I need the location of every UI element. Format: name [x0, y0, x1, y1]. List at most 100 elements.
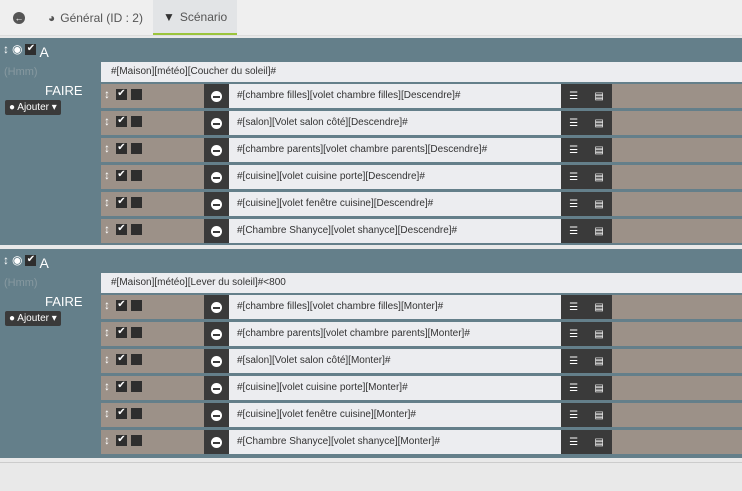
caret-down-icon: ▾	[51, 102, 57, 113]
remove-action-button[interactable]	[204, 84, 229, 108]
enable-checkbox[interactable]: ✔	[116, 142, 127, 154]
enable-checkbox[interactable]: ✔	[116, 115, 127, 127]
list-alt-icon[interactable]: ▤	[594, 118, 603, 129]
remove-action-button[interactable]	[204, 192, 229, 216]
parallel-checkbox[interactable]	[131, 326, 142, 338]
list-alt-icon[interactable]: ▤	[594, 199, 603, 210]
add-button[interactable]: ● Ajouter ▾	[5, 100, 61, 115]
action-command-input[interactable]: #[Chambre Shanyce][volet shanyce][Monter…	[229, 430, 561, 454]
list-ol-icon[interactable]: ☰	[569, 91, 578, 102]
drag-handle-icon[interactable]: ↕	[104, 195, 110, 209]
enable-checkbox[interactable]: ✔	[116, 353, 127, 365]
condition-input[interactable]: #[Maison][météo][Lever du soleil]#<800	[101, 273, 742, 293]
list-ol-icon[interactable]: ☰	[569, 118, 578, 129]
list-alt-icon[interactable]: ▤	[594, 145, 603, 156]
enable-checkbox[interactable]: ✔	[116, 223, 127, 235]
remove-action-button[interactable]	[204, 219, 229, 243]
remove-action-button[interactable]	[204, 138, 229, 162]
list-ol-icon[interactable]: ☰	[569, 329, 578, 340]
action-command-input[interactable]: #[chambre filles][volet chambre filles][…	[229, 84, 561, 108]
parallel-checkbox[interactable]	[131, 353, 142, 365]
parallel-checkbox[interactable]	[131, 299, 142, 311]
eye-icon[interactable]: ◉	[12, 253, 22, 267]
parallel-checkbox[interactable]	[131, 380, 142, 392]
drag-handle-icon[interactable]: ↕	[3, 253, 9, 267]
parallel-checkbox[interactable]	[131, 434, 142, 446]
remove-action-button[interactable]	[204, 111, 229, 135]
action-command-input[interactable]: #[chambre parents][volet chambre parents…	[229, 322, 561, 346]
drag-handle-icon[interactable]: ↕	[104, 141, 110, 155]
drag-handle-icon[interactable]: ↕	[104, 298, 110, 312]
action-command-input[interactable]: #[salon][Volet salon côté][Monter]#	[229, 349, 561, 373]
list-ol-icon[interactable]: ☰	[569, 226, 578, 237]
enable-checkbox[interactable]: ✔	[116, 380, 127, 392]
remove-action-button[interactable]	[204, 403, 229, 427]
drag-handle-icon[interactable]: ↕	[104, 87, 110, 101]
remove-action-button[interactable]	[204, 322, 229, 346]
action-command-input[interactable]: #[chambre parents][volet chambre parents…	[229, 138, 561, 162]
drag-handle-icon[interactable]: ↕	[104, 168, 110, 182]
enable-checkbox[interactable]: ✔	[116, 88, 127, 100]
list-ol-icon[interactable]: ☰	[569, 199, 578, 210]
list-ol-icon[interactable]: ☰	[569, 302, 578, 313]
enable-checkbox[interactable]: ✔	[116, 299, 127, 311]
parallel-checkbox[interactable]	[131, 88, 142, 100]
list-alt-icon[interactable]: ▤	[594, 226, 603, 237]
list-ol-icon[interactable]: ☰	[569, 410, 578, 421]
list-ol-icon[interactable]: ☰	[569, 356, 578, 367]
action-command-input[interactable]: #[cuisine][volet cuisine porte][Descendr…	[229, 165, 561, 189]
enable-checkbox[interactable]: ✔	[116, 169, 127, 181]
enable-checkbox[interactable]: ✔	[116, 326, 127, 338]
remove-action-button[interactable]	[204, 165, 229, 189]
list-ol-icon[interactable]: ☰	[569, 172, 578, 183]
remove-action-button[interactable]	[204, 376, 229, 400]
minus-circle-icon	[211, 382, 222, 394]
parallel-checkbox[interactable]	[131, 223, 142, 235]
tab-scenario[interactable]: ▼ Scénario	[152, 0, 238, 35]
drag-handle-icon[interactable]: ↕	[104, 325, 110, 339]
drag-handle-icon[interactable]: ↕	[104, 379, 110, 393]
enable-checkbox[interactable]: ✔	[116, 434, 127, 446]
remove-action-button[interactable]	[204, 430, 229, 454]
action-command-input[interactable]: #[cuisine][volet fenêtre cuisine][Monter…	[229, 403, 561, 427]
parallel-checkbox[interactable]	[131, 142, 142, 154]
list-alt-icon[interactable]: ▤	[594, 302, 603, 313]
action-command-input[interactable]: #[Chambre Shanyce][volet shanyce][Descen…	[229, 219, 561, 243]
condition-input[interactable]: #[Maison][météo][Coucher du soleil]#	[101, 62, 742, 82]
drag-handle-icon[interactable]: ↕	[104, 114, 110, 128]
list-ol-icon[interactable]: ☰	[569, 383, 578, 394]
enable-checkbox[interactable]: ✔	[116, 407, 127, 419]
remove-action-button[interactable]	[204, 349, 229, 373]
enable-checkbox[interactable]: ✔	[25, 254, 37, 266]
action-command-input[interactable]: #[chambre filles][volet chambre filles][…	[229, 295, 561, 319]
list-ol-icon[interactable]: ☰	[569, 437, 578, 448]
drag-handle-icon[interactable]: ↕	[104, 406, 110, 420]
list-alt-icon[interactable]: ▤	[594, 437, 603, 448]
enable-checkbox[interactable]: ✔	[116, 196, 127, 208]
drag-handle-icon[interactable]: ↕	[104, 222, 110, 236]
add-button[interactable]: ● Ajouter ▾	[5, 311, 61, 326]
eye-icon[interactable]: ◉	[12, 42, 22, 56]
enable-checkbox[interactable]: ✔	[25, 43, 37, 55]
time-hint: (Hmm)	[4, 66, 38, 78]
list-alt-icon[interactable]: ▤	[594, 91, 603, 102]
list-alt-icon[interactable]: ▤	[594, 329, 603, 340]
action-command-input[interactable]: #[cuisine][volet fenêtre cuisine][Descen…	[229, 192, 561, 216]
parallel-checkbox[interactable]	[131, 115, 142, 127]
action-command-input[interactable]: #[salon][Volet salon côté][Descendre]#	[229, 111, 561, 135]
parallel-checkbox[interactable]	[131, 169, 142, 181]
remove-action-button[interactable]	[204, 295, 229, 319]
list-alt-icon[interactable]: ▤	[594, 383, 603, 394]
action-command-input[interactable]: #[cuisine][volet cuisine porte][Monter]#	[229, 376, 561, 400]
drag-handle-icon[interactable]: ↕	[104, 352, 110, 366]
parallel-checkbox[interactable]	[131, 196, 142, 208]
tab-general[interactable]: ◕ Général (ID : 2)	[38, 0, 153, 35]
list-alt-icon[interactable]: ▤	[594, 410, 603, 421]
list-alt-icon[interactable]: ▤	[594, 172, 603, 183]
back-button[interactable]: ←	[0, 0, 38, 35]
list-ol-icon[interactable]: ☰	[569, 145, 578, 156]
parallel-checkbox[interactable]	[131, 407, 142, 419]
drag-handle-icon[interactable]: ↕	[3, 42, 9, 56]
drag-handle-icon[interactable]: ↕	[104, 433, 110, 447]
list-alt-icon[interactable]: ▤	[594, 356, 603, 367]
